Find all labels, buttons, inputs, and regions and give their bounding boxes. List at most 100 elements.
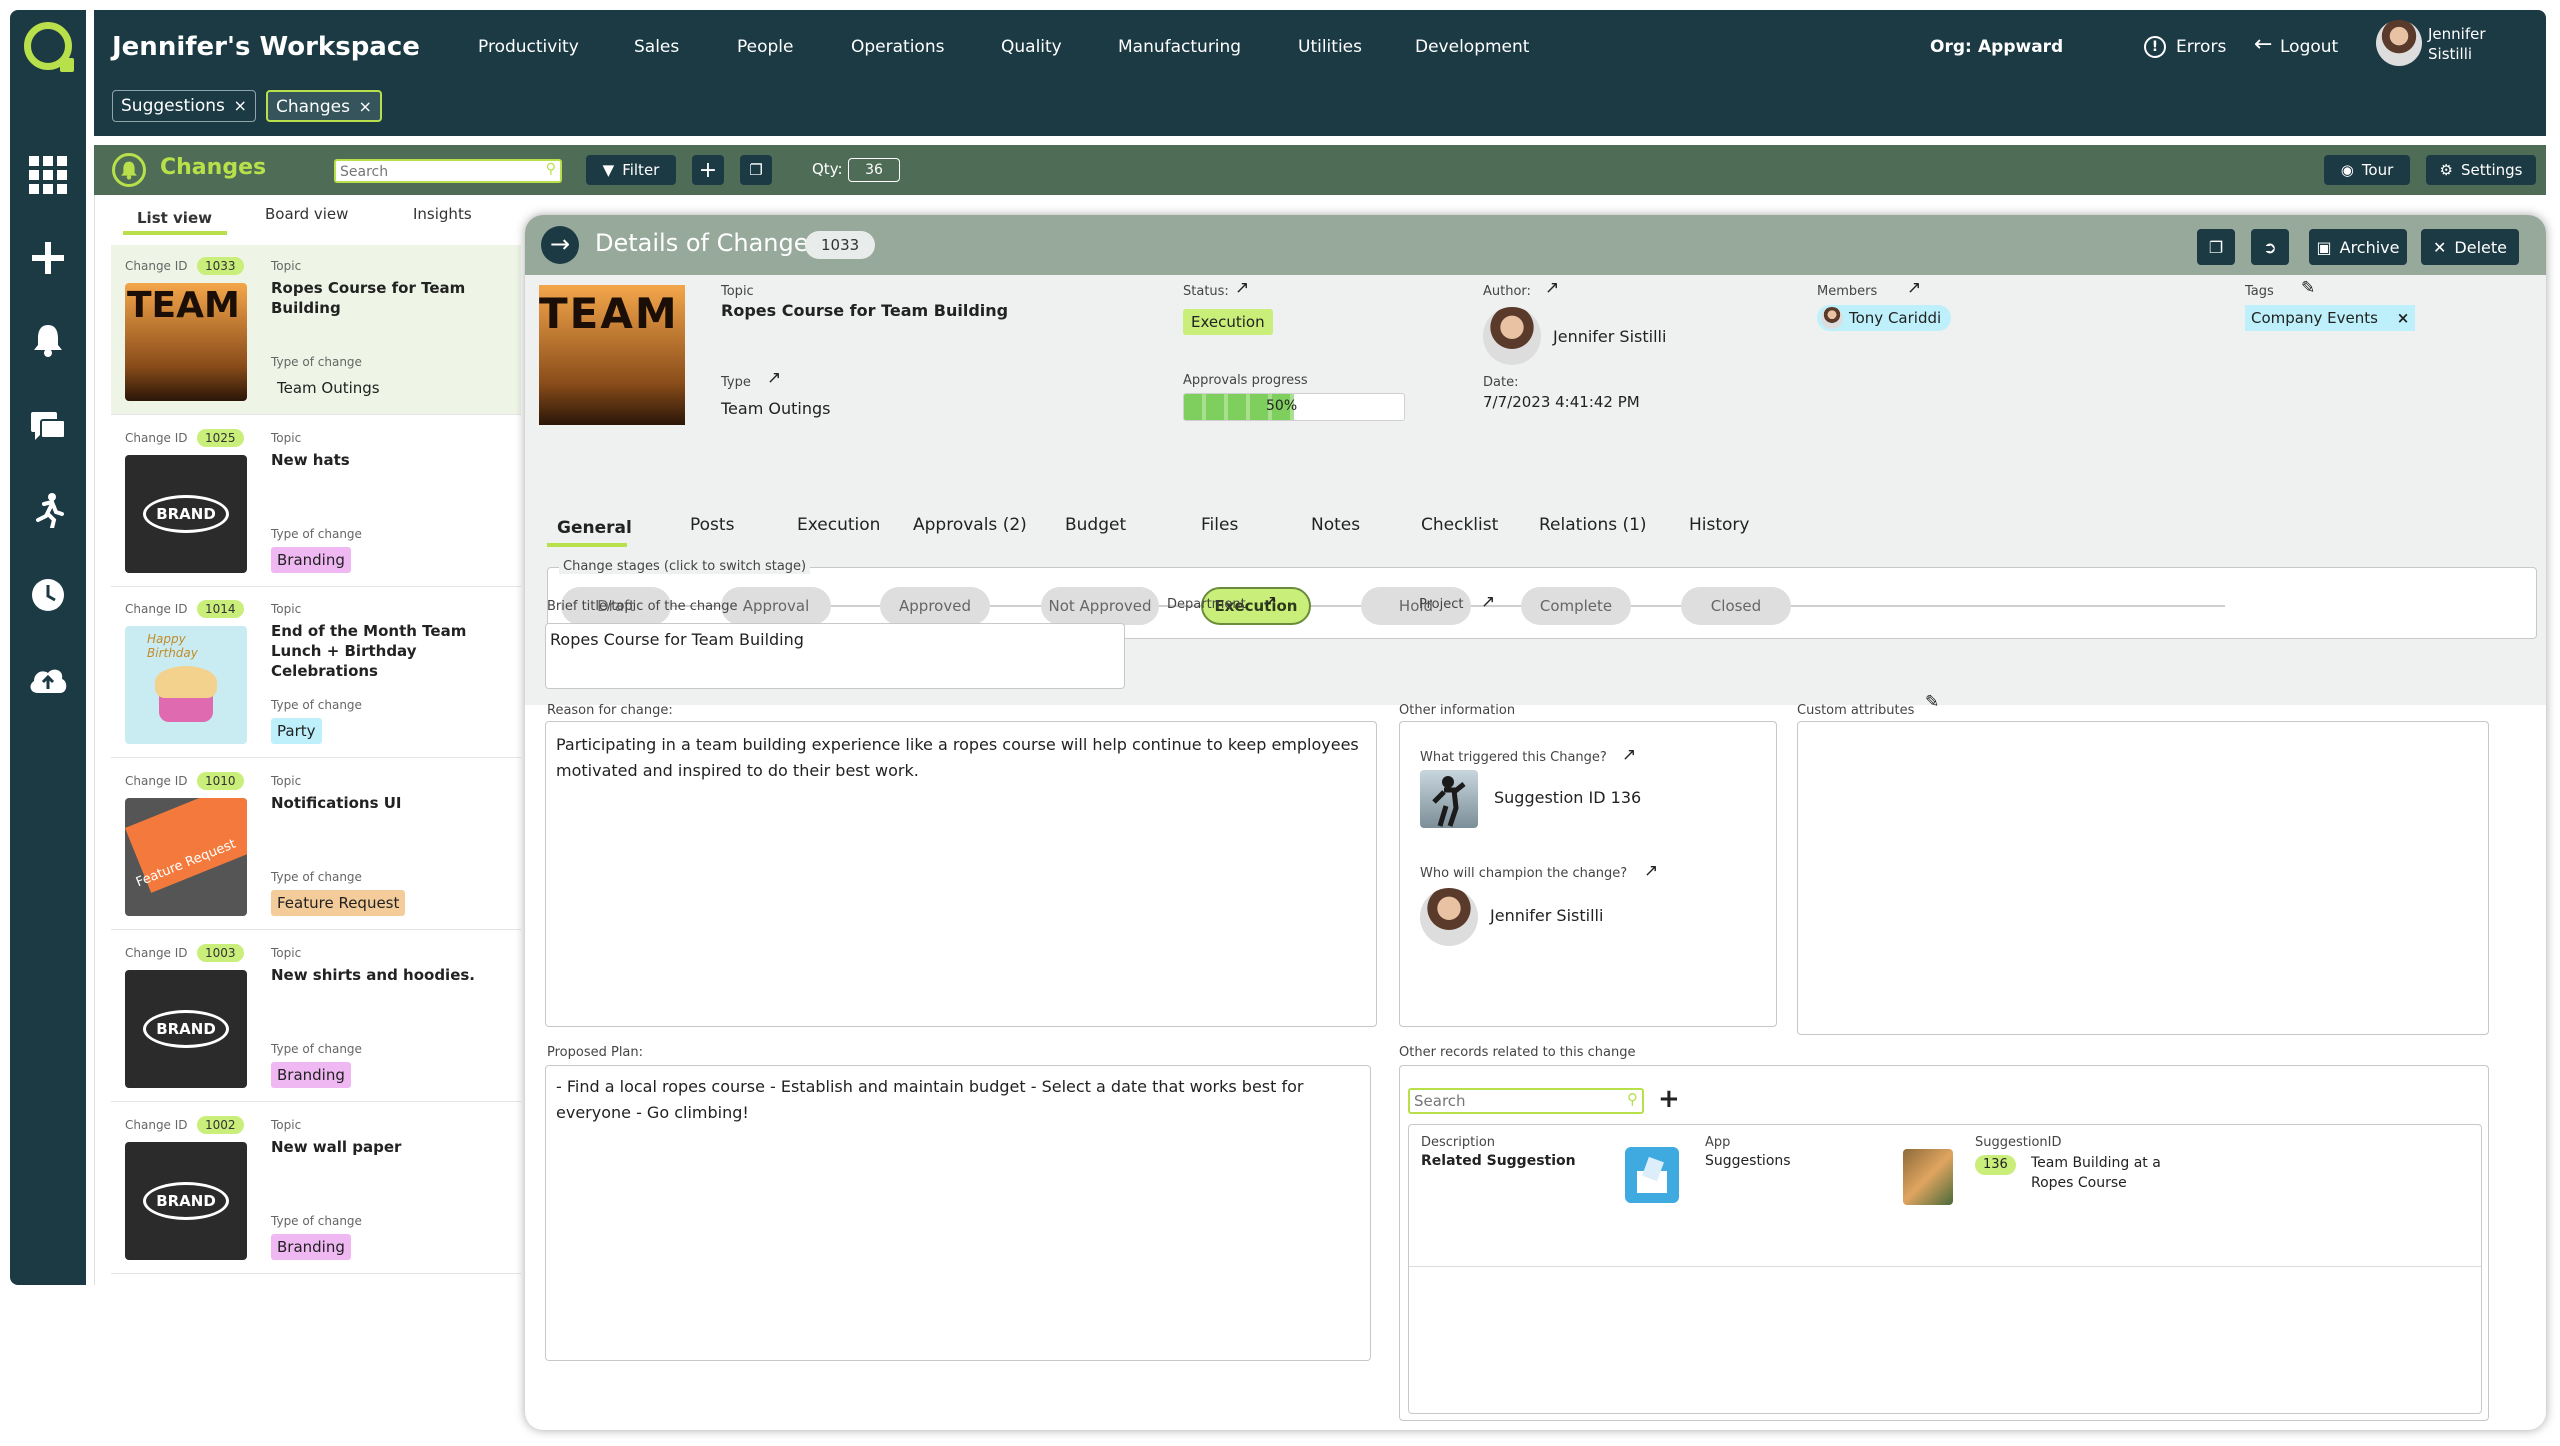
- arrow-right-icon[interactable]: →: [541, 226, 579, 264]
- tab-approvals[interactable]: Approvals (2): [913, 515, 1027, 535]
- pencil-icon[interactable]: ✎: [2301, 279, 2319, 297]
- tag-chip[interactable]: Company Events ×: [2245, 305, 2416, 331]
- list-item[interactable]: Change ID 1033 Topic TEAM Ropes Course for T…: [111, 245, 521, 415]
- list-item[interactable]: Change ID 1002 Topic BRAND New wall paper Typ…: [111, 1104, 521, 1274]
- brief-field[interactable]: Ropes Course for Team Building: [545, 623, 1125, 689]
- tab-history[interactable]: History: [1689, 515, 1749, 535]
- search-icon[interactable]: ⚲: [546, 161, 556, 177]
- department-label: Department: [1167, 597, 1246, 612]
- suggestion-thumbnail: [1420, 770, 1478, 828]
- app-value: Suggestions: [1705, 1153, 1791, 1169]
- edit-status-icon[interactable]: ↗: [1235, 279, 1253, 297]
- add-related-icon[interactable]: +: [1658, 1084, 1680, 1114]
- filter-button[interactable]: ▼ Filter: [586, 155, 676, 185]
- tour-button[interactable]: ◉ Tour: [2324, 155, 2410, 185]
- edit-author-icon[interactable]: ↗: [1545, 279, 1563, 297]
- tab-execution[interactable]: Execution: [797, 515, 880, 535]
- tab-budget[interactable]: Budget: [1065, 515, 1126, 535]
- delete-button[interactable]: ✕ Delete: [2421, 229, 2519, 265]
- nav-productivity[interactable]: Productivity: [478, 37, 579, 57]
- add-button[interactable]: +: [692, 155, 724, 185]
- open-tab-suggestions[interactable]: Suggestions ×: [112, 90, 256, 122]
- edit-project-icon[interactable]: ↗: [1481, 593, 1499, 611]
- list-item[interactable]: Change ID 1010 Topic Feature Request Notific…: [111, 760, 521, 930]
- clock-icon[interactable]: [28, 575, 68, 615]
- tab-general[interactable]: General: [557, 518, 632, 538]
- tab-files[interactable]: Files: [1201, 515, 1238, 535]
- tab-posts[interactable]: Posts: [690, 515, 734, 535]
- bell-icon[interactable]: [28, 320, 68, 360]
- reason-field[interactable]: Participating in a team building experie…: [545, 721, 1377, 1027]
- related-label: Other records related to this change: [1399, 1045, 1636, 1060]
- stage-approved[interactable]: Approved: [880, 587, 990, 625]
- stage-complete[interactable]: Complete: [1521, 587, 1631, 625]
- member-chip[interactable]: Tony Cariddi: [1817, 305, 1952, 331]
- nav-utilities[interactable]: Utilities: [1298, 37, 1362, 57]
- search-icon[interactable]: ⚲: [1627, 1090, 1638, 1108]
- list-item[interactable]: Change ID 1025 Topic BRAND New hats Type of c…: [111, 417, 521, 587]
- tab-board-view[interactable]: Board view: [265, 205, 348, 223]
- edit-trigger-icon[interactable]: ↗: [1622, 746, 1640, 764]
- open-tab-label: Suggestions: [121, 96, 225, 116]
- change-topic: Ropes Course for Team Building: [271, 279, 466, 317]
- suggestions-app-icon: [1625, 1147, 1679, 1203]
- logout-link[interactable]: Logout: [2280, 37, 2338, 57]
- related-search-input[interactable]: [1410, 1090, 1610, 1112]
- edit-champion-icon[interactable]: ↗: [1644, 862, 1662, 880]
- nav-manufacturing[interactable]: Manufacturing: [1118, 37, 1241, 57]
- plan-value: - Find a local ropes course - Establish …: [556, 1077, 1304, 1122]
- add-icon[interactable]: [28, 238, 68, 278]
- apps-grid-icon[interactable]: [28, 155, 68, 195]
- tab-insights[interactable]: Insights: [413, 205, 472, 223]
- app-logo-icon[interactable]: [24, 22, 74, 72]
- type-label: Type of change: [271, 355, 362, 369]
- change-type-badge: Party: [271, 718, 322, 744]
- arrow-left-icon[interactable]: ←: [2254, 32, 2272, 57]
- related-search-box[interactable]: ⚲: [1408, 1088, 1644, 1114]
- cloud-upload-icon[interactable]: [28, 660, 68, 700]
- copy-record-button[interactable]: ❐: [2197, 229, 2235, 265]
- close-icon[interactable]: ×: [233, 91, 246, 121]
- org-value[interactable]: Appward: [1978, 37, 2063, 57]
- detail-header: → Details of Change 1033 ❐ ➲ ▣ Archive ✕…: [525, 215, 2546, 275]
- close-icon[interactable]: ×: [2397, 309, 2410, 327]
- nav-operations[interactable]: Operations: [851, 37, 944, 57]
- tab-relations[interactable]: Relations (1): [1539, 515, 1647, 535]
- pencil-icon[interactable]: ✎: [1925, 693, 1943, 711]
- nav-quality[interactable]: Quality: [1001, 37, 1062, 57]
- settings-label: Settings: [2460, 161, 2523, 179]
- tab-notes[interactable]: Notes: [1311, 515, 1360, 535]
- list-item[interactable]: Change ID 1003 Topic BRAND New shirts and ho…: [111, 932, 521, 1102]
- open-tab-changes[interactable]: Changes ×: [266, 90, 382, 122]
- search-input[interactable]: [336, 162, 531, 182]
- close-icon[interactable]: ×: [359, 92, 372, 122]
- nav-people[interactable]: People: [737, 37, 793, 57]
- plan-field[interactable]: - Find a local ropes course - Establish …: [545, 1065, 1371, 1361]
- copy-button[interactable]: ❐: [740, 155, 772, 185]
- edit-type-icon[interactable]: ↗: [767, 369, 785, 387]
- nav-sales[interactable]: Sales: [634, 37, 679, 57]
- author-value: Jennifer Sistilli: [1553, 327, 1667, 346]
- user-avatar[interactable]: [2376, 20, 2422, 66]
- thumb-text: BRAND: [143, 1182, 229, 1220]
- filter-icon: ▼: [602, 161, 615, 179]
- triggered-value[interactable]: Suggestion ID 136: [1494, 788, 1641, 807]
- tab-list-view[interactable]: List view: [137, 209, 212, 227]
- table-row[interactable]: Description Related Suggestion App Sugge…: [1409, 1125, 2481, 1267]
- edit-department-icon[interactable]: ↗: [1263, 593, 1281, 611]
- running-person-icon[interactable]: [28, 490, 68, 530]
- search-box[interactable]: ⚲: [334, 159, 562, 183]
- type-label: Type of change: [271, 698, 362, 712]
- tab-checklist[interactable]: Checklist: [1421, 515, 1498, 535]
- errors-link[interactable]: Errors: [2176, 37, 2226, 57]
- share-button[interactable]: ➲: [2251, 229, 2289, 265]
- stage-not-approved[interactable]: Not Approved: [1041, 587, 1159, 625]
- error-icon[interactable]: !: [2144, 36, 2166, 58]
- nav-development[interactable]: Development: [1415, 37, 1529, 57]
- settings-button[interactable]: ⚙ Settings: [2426, 155, 2536, 185]
- list-item[interactable]: Change ID 1014 Topic Happy Birthday End of t…: [111, 588, 521, 758]
- chat-icon[interactable]: [28, 408, 68, 448]
- archive-button[interactable]: ▣ Archive: [2309, 229, 2407, 265]
- edit-members-icon[interactable]: ↗: [1907, 279, 1925, 297]
- stage-closed[interactable]: Closed: [1681, 587, 1791, 625]
